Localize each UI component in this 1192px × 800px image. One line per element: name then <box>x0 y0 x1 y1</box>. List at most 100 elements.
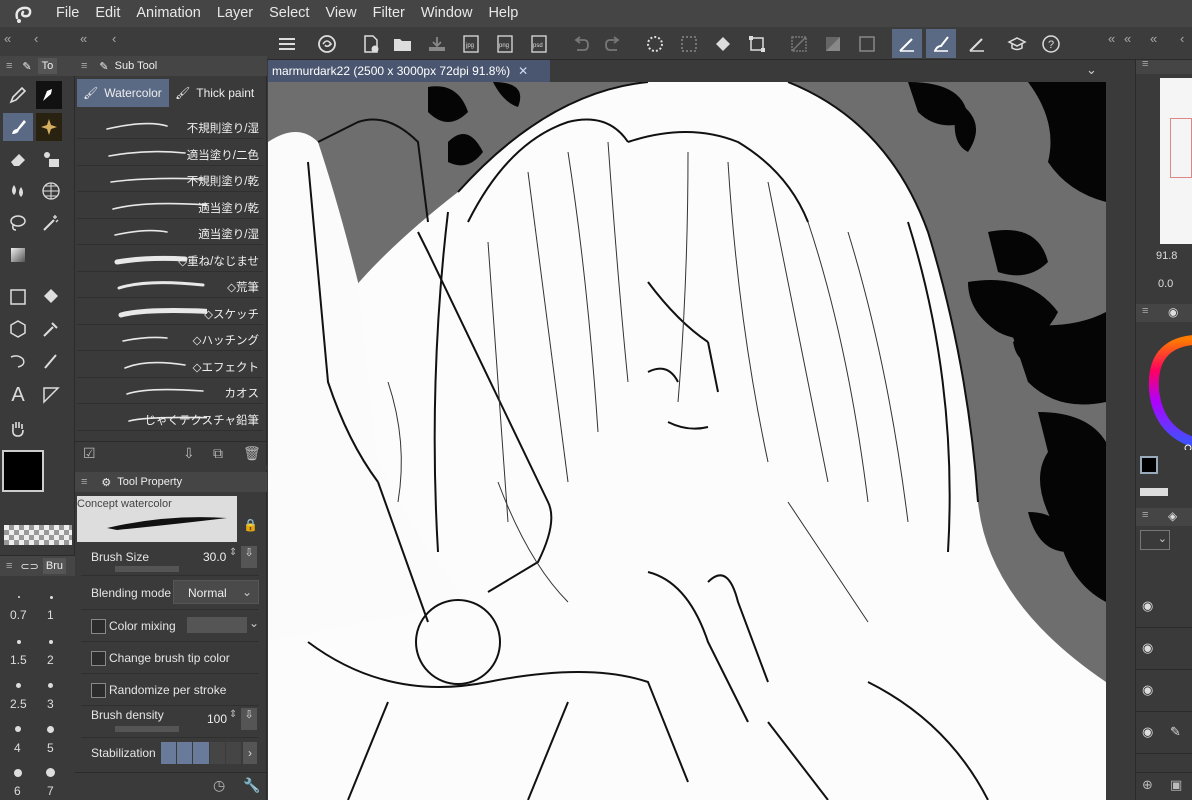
subtool-settings-icon[interactable]: ☑ <box>83 445 96 462</box>
menu-window[interactable]: Window <box>413 0 481 27</box>
layer-row[interactable]: ◉ <box>1136 628 1192 670</box>
bucket-tool-icon[interactable] <box>36 283 66 311</box>
brush-density-value[interactable]: 100 <box>207 712 227 726</box>
transparent-color-mini[interactable] <box>1140 488 1168 496</box>
brush-list-item[interactable]: ◇重ね/なじませ <box>77 247 263 272</box>
undo-icon[interactable] <box>566 29 596 58</box>
ruler-snap-icon[interactable] <box>962 29 992 58</box>
tool-property-title[interactable]: Tool Property <box>117 476 182 488</box>
brush-list-item[interactable]: 適当塗り/湿 <box>77 220 263 245</box>
brush-mode-icon[interactable] <box>926 29 956 58</box>
brush-size-option[interactable]: 1 <box>47 608 54 622</box>
spin-icon[interactable]: ⇕ <box>229 547 237 558</box>
menu-select[interactable]: Select <box>261 0 317 27</box>
brush-size-option[interactable]: 2 <box>47 653 54 667</box>
close-tab-icon[interactable]: ✕ <box>518 64 528 78</box>
text-tool-icon[interactable]: A <box>3 381 33 409</box>
learn-cap-icon[interactable] <box>1002 29 1032 58</box>
blending-mode-select[interactable]: Normal ⌄ <box>173 580 259 604</box>
brush-size-option[interactable]: 5 <box>47 741 54 755</box>
app-logo-icon[interactable] <box>0 0 48 27</box>
brush-list-item[interactable]: 適当塗り/乾 <box>77 194 263 219</box>
layer-row[interactable]: ◉ <box>1136 586 1192 628</box>
drawing-canvas[interactable] <box>268 82 1106 800</box>
color-mixing-checkbox[interactable] <box>91 619 106 634</box>
dropdown-arrow-icon[interactable]: ⇩ <box>241 546 257 568</box>
figure-tool-icon[interactable] <box>3 283 33 311</box>
brush-list-item[interactable]: ◇ハッチング <box>77 326 263 351</box>
lock-icon[interactable]: 🔒 <box>243 518 258 532</box>
collapse-left-icon[interactable]: « <box>4 31 11 46</box>
eraser-tool-icon[interactable] <box>3 145 33 173</box>
export-psd-icon[interactable]: psd <box>524 29 554 58</box>
stabilization-slider[interactable] <box>161 742 242 764</box>
menu-view[interactable]: View <box>317 0 364 27</box>
tab-list-chevron-icon[interactable]: ⌄ <box>1086 62 1097 78</box>
brush-size-option[interactable]: 7 <box>47 784 54 798</box>
change-tip-checkbox[interactable] <box>91 651 106 666</box>
menu-animation[interactable]: Animation <box>128 0 208 27</box>
menu-layer[interactable]: Layer <box>209 0 261 27</box>
transform-icon[interactable] <box>742 29 772 58</box>
brush-list-item[interactable]: 適当塗り/二色 <box>77 141 263 166</box>
panel-menu-icon[interactable]: ≡ <box>6 560 12 572</box>
brush-list-item[interactable]: ◇スケッチ <box>77 300 263 325</box>
object-tool-icon[interactable] <box>3 315 33 343</box>
dropdown-arrow-icon[interactable]: ⇩ <box>241 708 257 730</box>
brush-size-tab-label[interactable]: Bru <box>42 558 66 574</box>
subtool-tab-watercolor[interactable]: 🖌 Watercolor <box>77 79 169 107</box>
spin-icon[interactable]: ⇕ <box>229 709 237 720</box>
magic-wand-icon[interactable] <box>36 209 66 237</box>
chevron-right-icon[interactable]: › <box>243 742 257 764</box>
clear-outside-icon[interactable] <box>784 29 814 58</box>
brush-list-item[interactable]: じゃくテクスチャ鉛筆 <box>77 406 263 431</box>
panel-menu-icon[interactable]: ≡ <box>81 60 87 72</box>
color-wheel[interactable] <box>1136 330 1192 450</box>
collapse-right-icon[interactable]: « <box>1150 31 1157 46</box>
brush-size-option[interactable]: 0.7 <box>10 608 27 622</box>
collapse-right-icon[interactable]: « <box>1124 31 1131 46</box>
frame-tool-icon[interactable] <box>36 381 66 409</box>
panel-menu-icon[interactable]: ≡ <box>6 60 12 72</box>
eye-icon[interactable]: ◉ <box>1142 640 1153 656</box>
decoration-tool-icon[interactable] <box>36 113 62 141</box>
brush-list-item[interactable]: カオス <box>77 379 263 404</box>
blend-tool-icon[interactable] <box>3 177 33 205</box>
main-color-swatch[interactable] <box>2 450 44 492</box>
export-jpg-icon[interactable]: jpg <box>456 29 486 58</box>
brush-density-slider[interactable] <box>115 726 179 732</box>
line-correction-icon[interactable] <box>3 347 33 375</box>
rotation-value[interactable]: 0.0 <box>1158 278 1173 290</box>
chevron-left-icon[interactable]: ‹ <box>112 31 116 46</box>
main-color-mini[interactable] <box>1140 456 1158 474</box>
help-icon[interactable]: ? <box>1036 29 1066 58</box>
brush-list-item[interactable]: ◇エフェクト <box>77 353 263 378</box>
tool-tab-label[interactable]: To <box>37 58 58 74</box>
brush-size-row[interactable]: Brush Size 30.0 ⇕ ⇩ <box>81 544 259 576</box>
panel-menu-icon[interactable]: ≡ <box>1142 305 1148 317</box>
brush-size-value[interactable]: 30.0 <box>203 550 226 564</box>
brush-size-option[interactable]: 4 <box>14 741 21 755</box>
chevron-left-icon[interactable]: ‹ <box>1180 31 1184 46</box>
export-png-icon[interactable]: png <box>490 29 520 58</box>
vertical-scrollbar[interactable] <box>1106 82 1135 800</box>
wrench-icon[interactable]: 🔧 <box>243 777 260 794</box>
fill-tool-icon[interactable] <box>36 145 66 173</box>
collapse-left-icon[interactable]: « <box>80 31 87 46</box>
brush-list-item[interactable]: 不規則塗り/乾 <box>77 167 263 192</box>
brush-size-option[interactable]: 2.5 <box>10 697 27 711</box>
layer-folder-icon[interactable]: ▣ <box>1170 777 1182 793</box>
brush-tool-icon[interactable] <box>3 113 33 141</box>
import-icon[interactable]: ⇩ <box>183 445 195 462</box>
document-tab[interactable]: marmurdark22 (2500 x 3000px 72dpi 91.8%)… <box>268 60 550 82</box>
invert-selection-icon[interactable] <box>818 29 848 58</box>
pen-subtool-icon[interactable] <box>36 81 62 109</box>
color-wheel-tab-icon[interactable]: ◉ <box>1168 305 1178 319</box>
subtool-tab-thick-paint[interactable]: 🖌 Thick paint <box>173 79 265 107</box>
eye-icon[interactable]: ◉ <box>1142 682 1153 698</box>
eyedropper-icon[interactable] <box>36 315 66 343</box>
layer-row[interactable]: ◉ ✎ <box>1136 712 1192 754</box>
new-layer-icon[interactable]: ⊕ <box>1142 777 1153 793</box>
brush-size-option[interactable]: 3 <box>47 697 54 711</box>
randomize-checkbox[interactable] <box>91 683 106 698</box>
